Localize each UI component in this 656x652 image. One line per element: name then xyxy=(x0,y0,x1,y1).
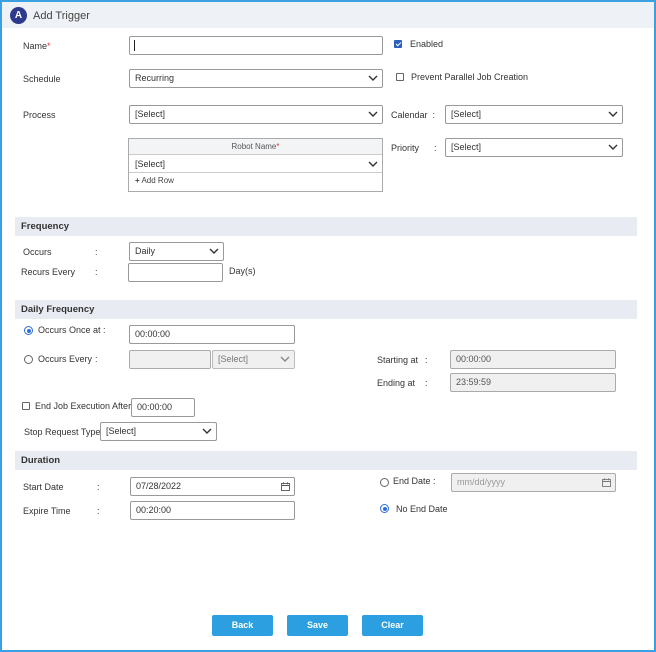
back-button[interactable]: Back xyxy=(212,615,273,636)
no-end-date-label: No End Date xyxy=(396,504,448,514)
start-date-input[interactable]: 07/28/2022 xyxy=(130,477,295,496)
occurs-once-input[interactable]: 00:00:00 xyxy=(129,325,295,344)
frequency-heading: Frequency xyxy=(21,221,70,232)
prevent-parallel-label: Prevent Parallel Job Creation xyxy=(411,72,529,82)
robot-select[interactable]: [Select] xyxy=(129,155,382,173)
expire-time-colon: : xyxy=(97,506,100,516)
duration-heading: Duration xyxy=(21,455,61,466)
priority-value: [Select] xyxy=(451,142,482,152)
start-date-colon: : xyxy=(97,482,100,492)
end-job-execution-input[interactable]: 00:00:00 xyxy=(131,398,195,417)
chevron-down-icon xyxy=(368,161,378,167)
prevent-parallel-checkbox[interactable] xyxy=(396,73,404,81)
title-bar: A Add Trigger xyxy=(2,2,654,28)
occurs-select[interactable]: Daily xyxy=(129,242,224,261)
daily-frequency-heading: Daily Frequency xyxy=(21,304,95,315)
chevron-down-icon xyxy=(368,111,378,117)
duration-section-header: Duration xyxy=(15,451,637,470)
recurs-every-label: Recurs Every xyxy=(21,267,76,277)
schedule-select[interactable]: Recurring xyxy=(129,69,383,88)
schedule-label: Schedule xyxy=(23,74,61,84)
chevron-down-icon xyxy=(608,144,618,150)
occurs-every-input[interactable] xyxy=(129,350,211,369)
end-date-input[interactable]: mm/dd/yyyy xyxy=(451,473,616,492)
chevron-down-icon xyxy=(202,428,212,434)
add-row-button[interactable]: + Add Row xyxy=(135,176,174,185)
occurs-value: Daily xyxy=(135,246,156,256)
ending-at-label: Ending at xyxy=(377,378,416,388)
occurs-label: Occurs xyxy=(23,247,52,257)
occurs-every-unit-select[interactable]: [Select] xyxy=(212,350,295,369)
robot-table-header: Robot Name* xyxy=(129,139,382,155)
chevron-down-icon xyxy=(608,111,618,117)
chevron-down-icon xyxy=(280,356,290,362)
start-date-value: 07/28/2022 xyxy=(136,481,182,491)
process-select[interactable]: [Select] xyxy=(129,105,383,124)
occurs-once-label: Occurs Once at : xyxy=(38,325,106,335)
priority-select[interactable]: [Select] xyxy=(445,138,623,157)
priority-label: Priority : xyxy=(391,143,437,153)
recurs-colon: : xyxy=(95,267,98,277)
name-input[interactable] xyxy=(129,36,383,55)
start-date-label: Start Date xyxy=(23,482,64,492)
robot-value: [Select] xyxy=(135,159,166,169)
daily-frequency-section-header: Daily Frequency xyxy=(15,300,637,319)
frequency-section-header: Frequency xyxy=(15,217,637,236)
occurs-every-unit-value: [Select] xyxy=(218,354,249,364)
clear-button[interactable]: Clear xyxy=(362,615,423,636)
app-logo: A xyxy=(10,7,27,24)
end-job-execution-checkbox[interactable] xyxy=(22,402,30,410)
recurs-unit-label: Day(s) xyxy=(229,266,256,276)
occurs-every-label: Occurs Every xyxy=(38,354,93,364)
robot-table: Robot Name* [Select] + Add Row xyxy=(128,138,383,192)
ending-at-input[interactable]: 23:59:59 xyxy=(450,373,616,392)
dialog-title: Add Trigger xyxy=(33,10,90,22)
occurs-colon: : xyxy=(95,247,98,257)
process-label: Process xyxy=(23,110,56,120)
no-end-date-radio[interactable] xyxy=(380,504,389,513)
chevron-down-icon xyxy=(209,248,219,254)
name-label: Name* xyxy=(23,41,51,51)
schedule-value: Recurring xyxy=(135,73,175,83)
end-date-label: End Date : xyxy=(393,476,436,486)
enabled-checkbox[interactable] xyxy=(394,40,402,48)
starting-at-colon: : xyxy=(425,355,428,365)
ending-at-colon: : xyxy=(425,378,428,388)
end-date-radio[interactable] xyxy=(380,478,389,487)
recurs-every-input[interactable] xyxy=(128,263,223,282)
occurs-every-colon: : xyxy=(95,354,98,364)
starting-at-input[interactable]: 00:00:00 xyxy=(450,350,616,369)
end-date-placeholder: mm/dd/yyyy xyxy=(457,477,506,487)
stop-request-type-value: [Select] xyxy=(106,426,137,436)
occurs-every-radio[interactable] xyxy=(24,355,33,364)
text-cursor xyxy=(134,40,135,51)
calendar-icon[interactable] xyxy=(602,478,611,487)
expire-time-label: Expire Time xyxy=(23,506,71,516)
add-row-label: Add Row xyxy=(141,176,174,185)
process-value: [Select] xyxy=(135,109,166,119)
expire-time-input[interactable]: 00:20:00 xyxy=(130,501,295,520)
stop-request-type-select[interactable]: [Select] xyxy=(100,422,217,441)
save-button[interactable]: Save xyxy=(287,615,348,636)
end-job-execution-label: End Job Execution After xyxy=(35,401,132,411)
calendar-value: [Select] xyxy=(451,109,482,119)
calendar-label: Calendar : xyxy=(391,110,436,120)
occurs-once-radio[interactable] xyxy=(24,326,33,335)
enabled-label: Enabled xyxy=(410,39,444,49)
plus-icon: + xyxy=(135,176,140,185)
calendar-icon[interactable] xyxy=(281,482,290,491)
stop-request-type-label: Stop Request Type xyxy=(24,427,101,437)
starting-at-label: Starting at xyxy=(377,355,419,365)
chevron-down-icon xyxy=(368,75,378,81)
calendar-select[interactable]: [Select] xyxy=(445,105,623,124)
